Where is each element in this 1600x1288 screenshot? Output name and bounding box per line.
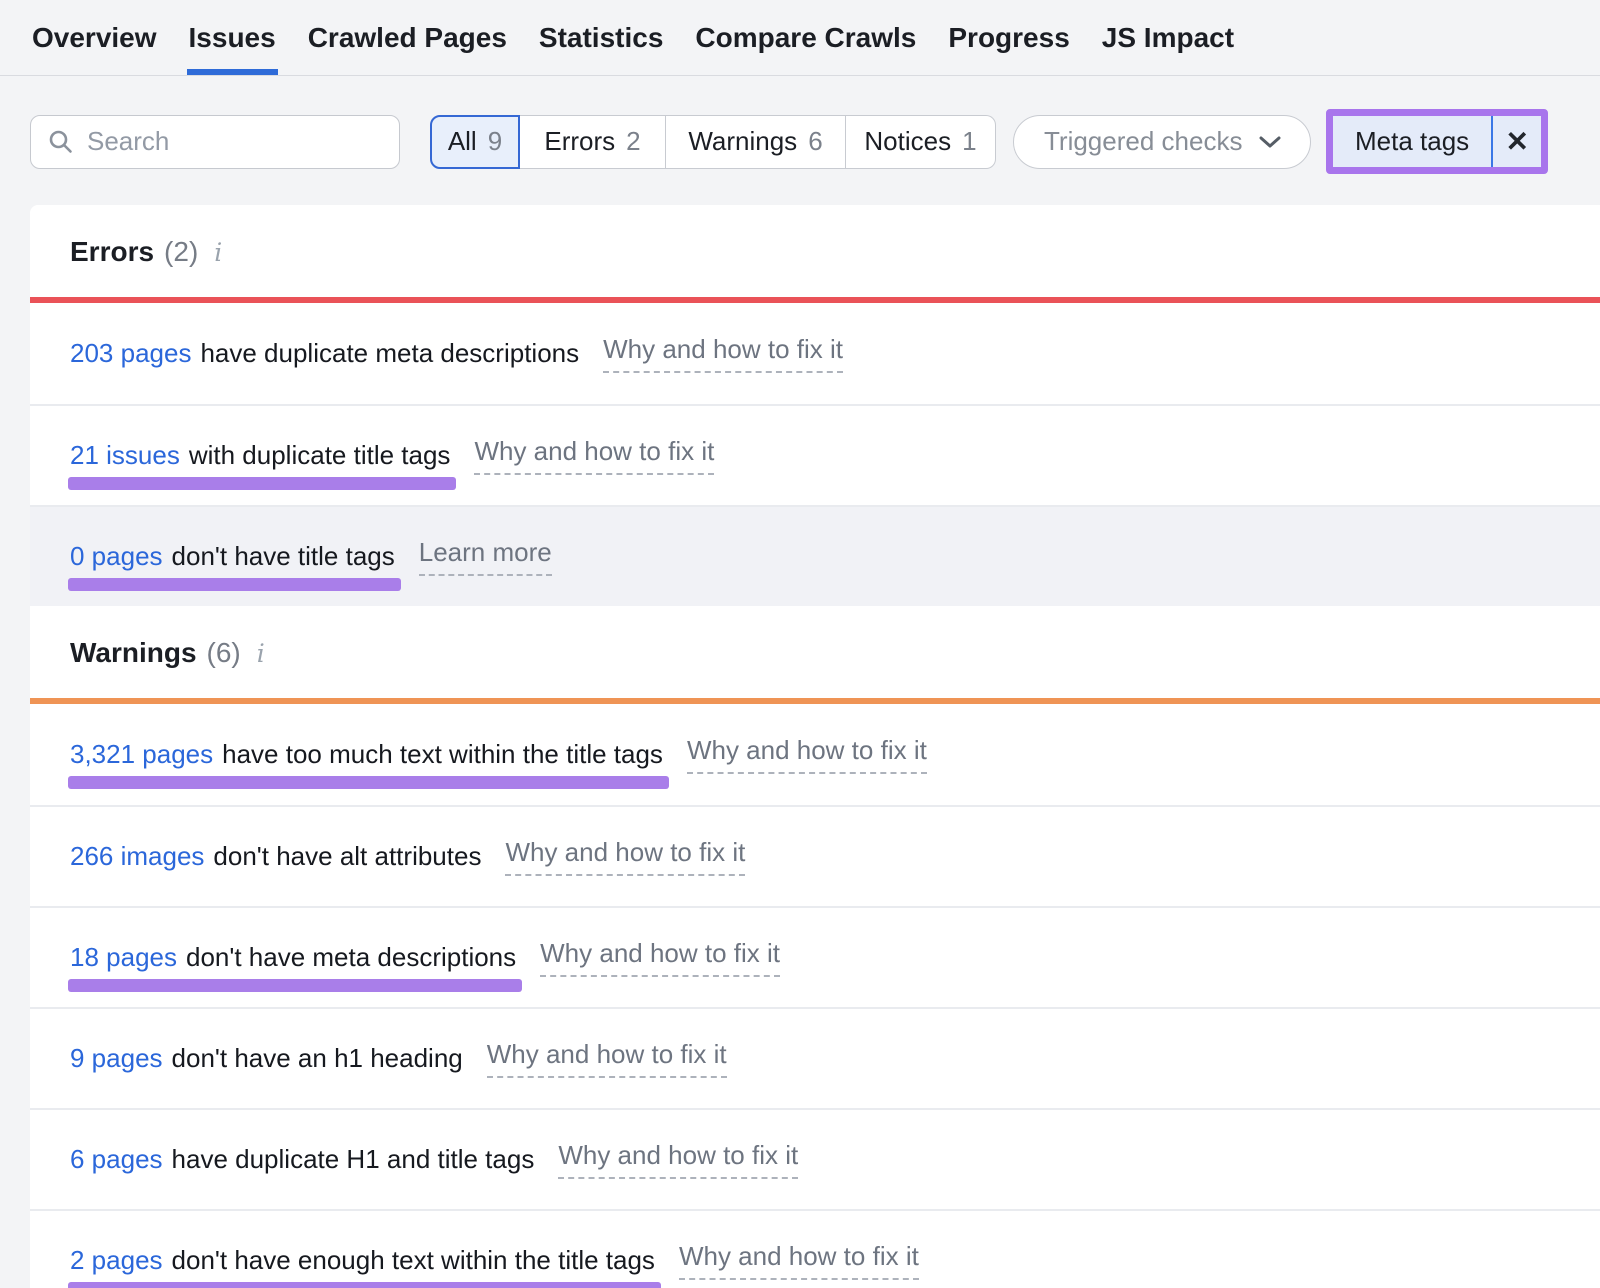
issue-row: 0 pages don't have title tags Learn more bbox=[30, 505, 1600, 606]
triggered-checks-dropdown[interactable]: Triggered checks bbox=[1013, 115, 1311, 169]
triggered-checks-label: Triggered checks bbox=[1044, 126, 1242, 157]
segment-warnings[interactable]: Warnings 6 bbox=[666, 115, 846, 169]
segment-errors[interactable]: Errors 2 bbox=[520, 115, 666, 169]
segment-notices-label: Notices bbox=[864, 126, 951, 157]
warnings-section-title: Warnings bbox=[70, 637, 197, 669]
close-icon[interactable]: ✕ bbox=[1493, 116, 1541, 167]
issue-count-link[interactable]: 21 issues bbox=[70, 440, 180, 471]
why-how-to-fix-link[interactable]: Why and how to fix it bbox=[487, 1039, 727, 1078]
issue-text: don't have alt attributes bbox=[213, 841, 481, 872]
segment-errors-label: Errors bbox=[544, 126, 615, 157]
issue-text: don't have meta descriptions bbox=[186, 942, 516, 973]
issue-row: 6 pages have duplicate H1 and title tags… bbox=[30, 1108, 1600, 1209]
tab-crawled-pages[interactable]: Crawled Pages bbox=[306, 0, 509, 75]
why-how-to-fix-link[interactable]: Why and how to fix it bbox=[505, 837, 745, 876]
issue-row: 203 pages have duplicate meta descriptio… bbox=[30, 303, 1600, 404]
tab-issues[interactable]: Issues bbox=[187, 0, 278, 75]
issue-phrase: 21 issues with duplicate title tags bbox=[70, 440, 450, 471]
issue-text: don't have title tags bbox=[172, 541, 395, 572]
issue-phrase: 9 pages don't have an h1 heading bbox=[70, 1043, 463, 1074]
top-tab-bar: Overview Issues Crawled Pages Statistics… bbox=[0, 0, 1600, 76]
issue-count-link[interactable]: 203 pages bbox=[70, 338, 191, 369]
why-how-to-fix-link[interactable]: Why and how to fix it bbox=[540, 938, 780, 977]
learn-more-link[interactable]: Learn more bbox=[419, 537, 552, 576]
issue-text: don't have an h1 heading bbox=[172, 1043, 463, 1074]
issue-phrase: 3,321 pages have too much text within th… bbox=[70, 739, 663, 770]
tab-js-impact[interactable]: JS Impact bbox=[1100, 0, 1236, 75]
issues-card: Errors (2) i 203 pages have duplicate me… bbox=[30, 205, 1600, 1288]
why-how-to-fix-link[interactable]: Why and how to fix it bbox=[558, 1140, 798, 1179]
errors-section-count: (2) bbox=[164, 236, 198, 268]
issue-count-link[interactable]: 2 pages bbox=[70, 1245, 163, 1276]
segment-all-label: All bbox=[448, 126, 477, 157]
issue-phrase: 266 images don't have alt attributes bbox=[70, 841, 481, 872]
issue-row: 266 images don't have alt attributes Why… bbox=[30, 805, 1600, 906]
search-box bbox=[30, 115, 400, 169]
issue-count-link[interactable]: 3,321 pages bbox=[70, 739, 213, 770]
segment-notices[interactable]: Notices 1 bbox=[846, 115, 996, 169]
segment-all[interactable]: All 9 bbox=[430, 115, 520, 169]
meta-tags-highlight-annotation: Meta tags ✕ bbox=[1326, 109, 1548, 174]
filters-toolbar: All 9 Errors 2 Warnings 6 Notices 1 Trig… bbox=[30, 109, 1600, 174]
issue-row: 3,321 pages have too much text within th… bbox=[30, 704, 1600, 805]
issue-row: 9 pages don't have an h1 heading Why and… bbox=[30, 1007, 1600, 1108]
tab-compare-crawls[interactable]: Compare Crawls bbox=[693, 0, 918, 75]
issue-row: 21 issues with duplicate title tags Why … bbox=[30, 404, 1600, 505]
issue-count-link[interactable]: 9 pages bbox=[70, 1043, 163, 1074]
issue-count-link[interactable]: 0 pages bbox=[70, 541, 163, 572]
issue-count-link[interactable]: 18 pages bbox=[70, 942, 177, 973]
issue-row: 2 pages don't have enough text within th… bbox=[30, 1209, 1600, 1288]
why-how-to-fix-link[interactable]: Why and how to fix it bbox=[679, 1241, 919, 1280]
warnings-section-header: Warnings (6) i bbox=[30, 606, 1600, 698]
issue-row: 18 pages don't have meta descriptions Wh… bbox=[30, 906, 1600, 1007]
search-input[interactable] bbox=[30, 115, 400, 169]
issue-phrase: 203 pages have duplicate meta descriptio… bbox=[70, 338, 579, 369]
issue-phrase: 18 pages don't have meta descriptions bbox=[70, 942, 516, 973]
segment-warnings-label: Warnings bbox=[688, 126, 797, 157]
issue-text: don't have enough text within the title … bbox=[172, 1245, 655, 1276]
chevron-down-icon bbox=[1258, 135, 1282, 149]
issue-phrase: 0 pages don't have title tags bbox=[70, 541, 395, 572]
why-how-to-fix-link[interactable]: Why and how to fix it bbox=[474, 436, 714, 475]
errors-section-header: Errors (2) i bbox=[30, 205, 1600, 297]
meta-tags-chip-label: Meta tags bbox=[1333, 116, 1491, 167]
severity-segmented-control: All 9 Errors 2 Warnings 6 Notices 1 bbox=[430, 115, 996, 169]
issue-text: have duplicate H1 and title tags bbox=[172, 1144, 535, 1175]
info-icon[interactable]: i bbox=[257, 639, 265, 668]
tab-statistics[interactable]: Statistics bbox=[537, 0, 666, 75]
segment-all-count: 9 bbox=[488, 126, 502, 157]
warnings-section-count: (6) bbox=[207, 637, 241, 669]
issue-count-link[interactable]: 266 images bbox=[70, 841, 204, 872]
issue-phrase: 2 pages don't have enough text within th… bbox=[70, 1245, 655, 1276]
segment-warnings-count: 6 bbox=[808, 126, 822, 157]
tab-overview[interactable]: Overview bbox=[30, 0, 159, 75]
why-how-to-fix-link[interactable]: Why and how to fix it bbox=[687, 735, 927, 774]
errors-section-title: Errors bbox=[70, 236, 154, 268]
why-how-to-fix-link[interactable]: Why and how to fix it bbox=[603, 334, 843, 373]
issue-count-link[interactable]: 6 pages bbox=[70, 1144, 163, 1175]
segment-notices-count: 1 bbox=[962, 126, 976, 157]
info-icon[interactable]: i bbox=[214, 238, 222, 267]
tab-progress[interactable]: Progress bbox=[946, 0, 1071, 75]
issue-text: with duplicate title tags bbox=[189, 440, 451, 471]
issue-text: have too much text within the title tags bbox=[222, 739, 663, 770]
segment-errors-count: 2 bbox=[626, 126, 640, 157]
issue-text: have duplicate meta descriptions bbox=[200, 338, 579, 369]
issue-phrase: 6 pages have duplicate H1 and title tags bbox=[70, 1144, 534, 1175]
meta-tags-filter-chip[interactable]: Meta tags ✕ bbox=[1333, 116, 1541, 167]
